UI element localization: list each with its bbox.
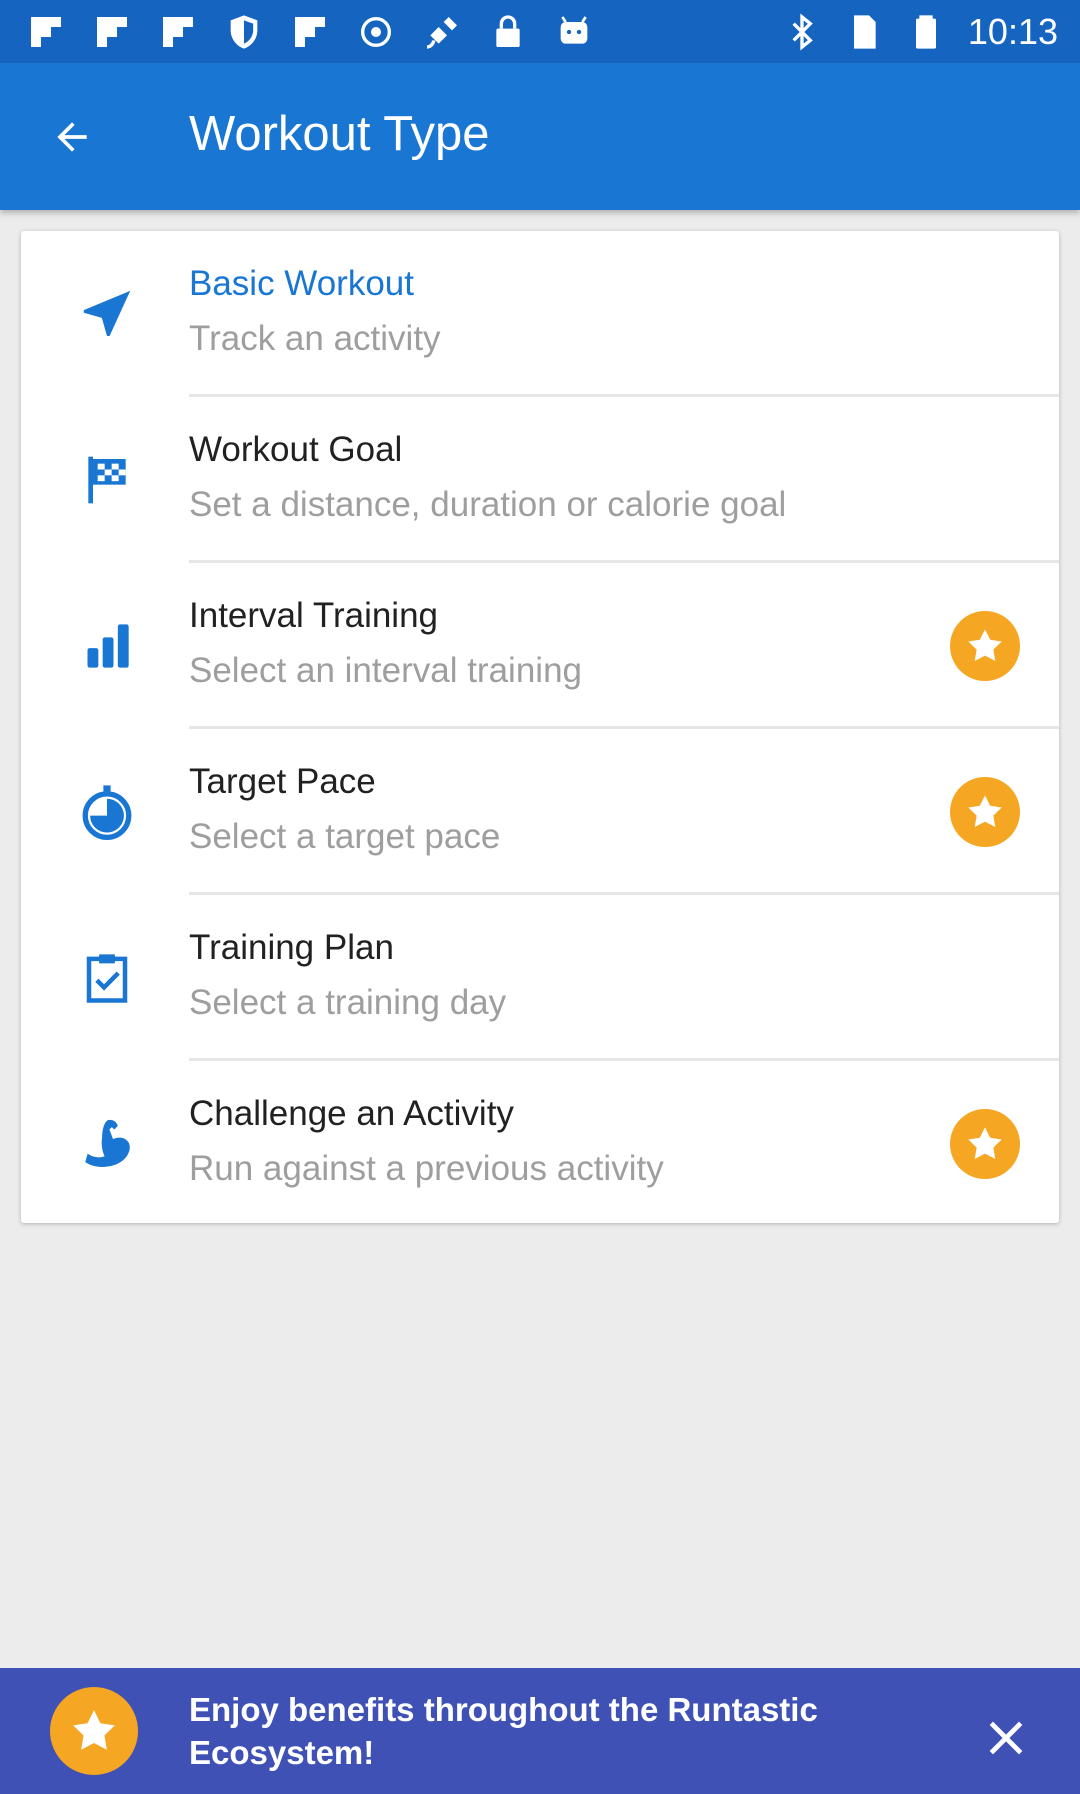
- navigation-arrow-icon: [74, 281, 140, 347]
- list-item-subtitle: Select an interval training: [189, 651, 582, 690]
- notification-icons: [26, 12, 594, 52]
- list-item-title: Target Pace: [189, 762, 376, 801]
- lock-icon: [488, 12, 528, 52]
- system-icons: 10:13: [782, 11, 1058, 53]
- page-title: Workout Type: [189, 107, 490, 161]
- fake-gps-icon: [422, 12, 462, 52]
- list-item-title: Training Plan: [189, 928, 394, 967]
- app-bar: Workout Type: [0, 63, 1080, 210]
- star-icon: [968, 629, 1002, 662]
- android-icon: [554, 12, 594, 52]
- status-bar: 10:13: [0, 0, 1080, 63]
- sync-icon: [356, 12, 396, 52]
- list-item-title: Basic Workout: [189, 264, 414, 303]
- premium-badge: [950, 777, 1020, 847]
- stopwatch-icon: [74, 779, 140, 845]
- star-icon: [968, 1127, 1002, 1160]
- list-item-subtitle: Track an activity: [189, 319, 441, 358]
- back-button[interactable]: [36, 101, 108, 173]
- list-item-challenge-activity[interactable]: Challenge an Activity Run against a prev…: [21, 1061, 1059, 1227]
- star-icon: [968, 795, 1002, 828]
- flipboard-icon: [158, 12, 198, 52]
- premium-star-badge: [50, 1687, 138, 1775]
- list-item-subtitle: Select a training day: [189, 983, 507, 1022]
- premium-badge: [950, 1109, 1020, 1179]
- list-item-basic-workout[interactable]: Basic Workout Track an activity: [21, 231, 1059, 397]
- list-item-target-pace[interactable]: Target Pace Select a target pace: [21, 729, 1059, 895]
- premium-badge: [950, 611, 1020, 681]
- flipboard-icon: [290, 12, 330, 52]
- flipboard-icon: [92, 12, 132, 52]
- battery-icon: [906, 12, 946, 52]
- close-button[interactable]: [978, 1710, 1034, 1766]
- shield-icon: [224, 12, 264, 52]
- list-item-title: Challenge an Activity: [189, 1094, 514, 1133]
- clipboard-check-icon: [74, 945, 140, 1011]
- list-item-title: Workout Goal: [189, 430, 403, 469]
- list-item-title: Interval Training: [189, 596, 439, 635]
- bar-chart-icon: [74, 613, 140, 679]
- sim-card-icon: [844, 12, 884, 52]
- list-item-interval-training[interactable]: Interval Training Select an interval tra…: [21, 563, 1059, 729]
- promo-text: Enjoy benefits throughout the Runtastic …: [189, 1691, 818, 1771]
- close-icon: [989, 1721, 1023, 1755]
- status-time: 10:13: [967, 10, 1058, 52]
- list-item-subtitle: Set a distance, duration or calorie goal: [189, 485, 787, 524]
- flexed-bicep-icon: [74, 1111, 140, 1177]
- list-item-subtitle: Run against a previous activity: [189, 1149, 664, 1188]
- bluetooth-icon: [782, 12, 822, 52]
- arrow-back-icon: [57, 122, 87, 152]
- star-icon: [73, 1710, 115, 1750]
- list-item-training-plan[interactable]: Training Plan Select a training day: [21, 895, 1059, 1061]
- flipboard-icon: [26, 12, 66, 52]
- list-item-subtitle: Select a target pace: [189, 817, 501, 856]
- promo-banner[interactable]: Enjoy benefits throughout the Runtastic …: [0, 1668, 1080, 1794]
- list-item-workout-goal[interactable]: Workout Goal Set a distance, duration or…: [21, 397, 1059, 563]
- workout-type-list: Basic Workout Track an activity Workout …: [21, 231, 1059, 1223]
- checkered-flag-icon: [74, 447, 140, 513]
